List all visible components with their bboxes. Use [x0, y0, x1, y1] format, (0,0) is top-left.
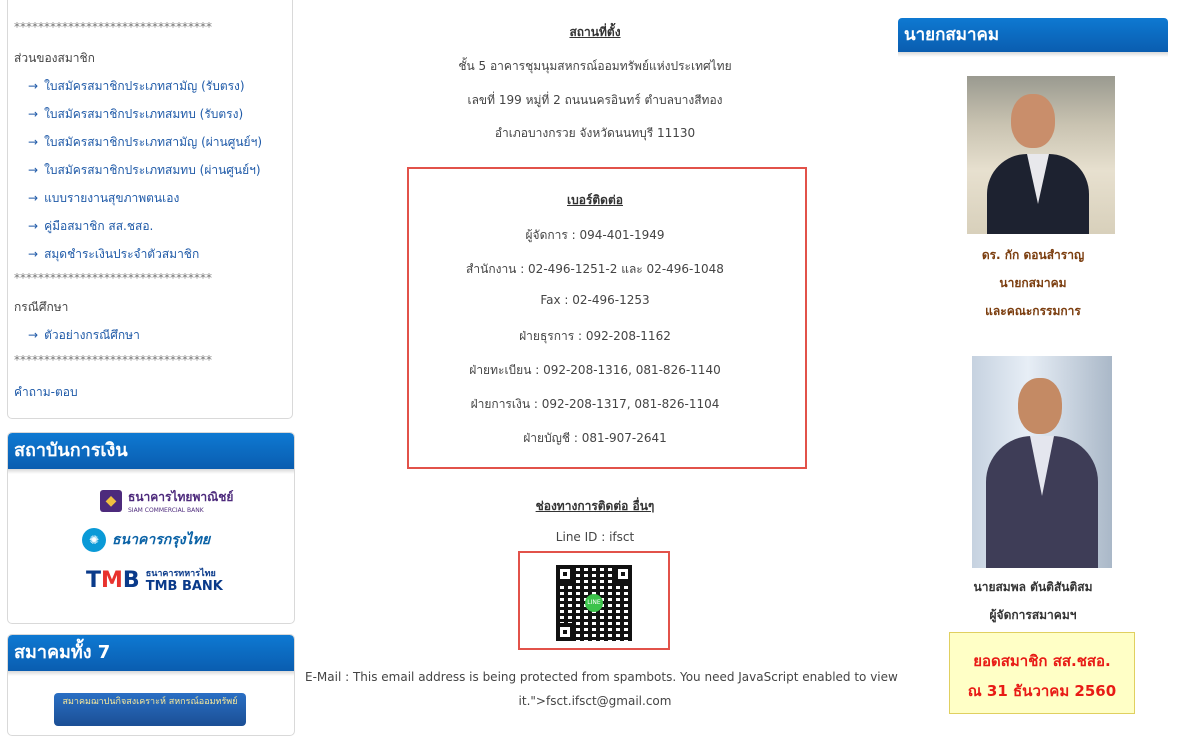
menu-link-regular-direct[interactable]: → ใบสมัครสมาชิกประเภทสามัญ (รับตรง): [14, 77, 245, 96]
president-name: ดร. กัก ดอนสำราญ: [981, 248, 1085, 262]
president-photo: [967, 76, 1115, 234]
menu-link-associate-center[interactable]: → ใบสมัครสมาชิกประเภทสมทบ (ผ่านศูนย์ฯ): [14, 161, 261, 180]
arrow-icon: →: [28, 328, 39, 342]
contact-registration: ฝ่ายทะเบียน : 092-208-1316, 081-826-1140: [469, 363, 721, 377]
association-banner[interactable]: สมาคมฌาปนกิจสงเคราะห์ สหกรณ์ออมทรัพย์: [54, 693, 246, 726]
contact-manager: ผู้จัดการ : 094-401-1949: [525, 228, 665, 242]
manager-photo: [972, 356, 1112, 568]
contact-accounting: ฝ่ายบัญชี : 081-907-2641: [523, 431, 667, 445]
case-study-title: กรณีศึกษา: [14, 300, 69, 314]
tmb-icon: TMB: [86, 567, 140, 593]
finance-title: สถาบันการเงิน: [8, 433, 294, 469]
menu-link-regular-center[interactable]: → ใบสมัครสมาชิกประเภทสามัญ (ผ่านศูนย์ฯ): [14, 133, 262, 152]
contact-finance: ฝ่ายการเงิน : 092-208-1317, 081-826-1104: [470, 397, 720, 411]
president-committee: และคณะกรรมการ: [985, 304, 1081, 318]
president-role: นายกสมาคม: [999, 276, 1067, 290]
other-channels-heading: ช่องทางการติดต่อ อื่นๆ: [535, 499, 655, 513]
arrow-icon: →: [28, 191, 39, 205]
separator: *********************************: [14, 20, 212, 34]
arrow-icon: →: [28, 135, 39, 149]
line-qr-code-icon: LINE: [556, 565, 632, 641]
location-heading: สถานที่ตั้ง: [569, 25, 621, 39]
menu-link-payment-book[interactable]: → สมุดชำระเงินประจำตัวสมาชิก: [14, 245, 199, 264]
ktb-icon: ✺: [82, 528, 106, 552]
menu-link-health-report[interactable]: → แบบรายงานสุขภาพตนเอง: [14, 189, 179, 208]
president-title: นายกสมาคม: [898, 18, 1168, 52]
contact-office: สำนักงาน : 02-496-1251-2 และ 02-496-1048: [466, 262, 724, 276]
contact-heading: เบอร์ติดต่อ: [567, 193, 623, 207]
manager-role: ผู้จัดการสมาคมฯ: [989, 608, 1077, 622]
separator: *********************************: [14, 353, 212, 367]
manager-name: นายสมพล ตันติสันติสม: [973, 580, 1093, 594]
member-count-date: ณ 31 ธันวาคม 2560: [967, 682, 1117, 700]
contact-admin: ฝ่ายธุรการ : 092-208-1162: [519, 329, 671, 343]
finance-module: สถาบันการเงิน ◆ ธนาคารไทยพาณิชย์ SIAM CO…: [7, 432, 295, 624]
address-line: ชั้น 5 อาคารชุมนุมสหกรณ์ออมทรัพย์แห่งประ…: [458, 59, 732, 73]
scb-icon: ◆: [100, 490, 122, 512]
bank-logos: ◆ ธนาคารไทยพาณิชย์ SIAM COMMERCIAL BANK …: [8, 474, 294, 614]
email-link[interactable]: it.">fsct.ifsct@gmail.com: [305, 694, 885, 708]
member-section-title: ส่วนของสมาชิก: [14, 51, 95, 65]
separator: *********************************: [14, 271, 212, 285]
contact-highlight-box: [407, 167, 807, 469]
address-line: เลขที่ 199 หมู่ที่ 2 ถนนนครอินทร์ ตำบลบา…: [467, 93, 723, 107]
tmb-logo[interactable]: TMB ธนาคารทหารไทย TMB BANK: [86, 566, 223, 594]
menu-link-member-manual[interactable]: → คู่มือสมาชิก สส.ชสอ.: [14, 217, 153, 236]
arrow-icon: →: [28, 107, 39, 121]
faq-link[interactable]: คำถาม-ตอบ: [14, 383, 78, 402]
right-sidebar: นายกสมาคม ดร. กัก ดอนสำราญ นายกสมาคม และ…: [898, 18, 1168, 622]
member-menu: ********************************* ส่วนขอ…: [7, 0, 293, 419]
email-text: E-Mail : This email address is being pro…: [305, 670, 898, 684]
menu-link-case-study[interactable]: → ตัวอย่างกรณีศึกษา: [14, 326, 140, 345]
menu-link-associate-direct[interactable]: → ใบสมัครสมาชิกประเภทสมทบ (รับตรง): [14, 105, 243, 124]
line-id: Line ID : ifsct: [555, 530, 635, 544]
associations-module: สมาคมทั้ง 7 สมาคมฌาปนกิจสงเคราะห์ สหกรณ์…: [7, 634, 295, 736]
arrow-icon: →: [28, 247, 39, 261]
ktb-logo[interactable]: ✺ ธนาคารกรุงไทย: [82, 528, 210, 552]
arrow-icon: →: [28, 163, 39, 177]
associations-title: สมาคมทั้ง 7: [8, 635, 294, 671]
arrow-icon: →: [28, 219, 39, 233]
scb-logo[interactable]: ◆ ธนาคารไทยพาณิชย์ SIAM COMMERCIAL BANK: [100, 488, 233, 514]
arrow-icon: →: [28, 79, 39, 93]
member-count-title: ยอดสมาชิก สส.ชสอ.: [973, 652, 1111, 670]
member-count-box[interactable]: ยอดสมาชิก สส.ชสอ. ณ 31 ธันวาคม 2560: [949, 632, 1135, 714]
line-badge-icon: LINE: [585, 594, 603, 612]
contact-fax: Fax : 02-496-1253: [540, 293, 650, 307]
address-line: อำเภอบางกรวย จังหวัดนนทบุรี 11130: [494, 126, 696, 140]
left-sidebar: ********************************* ส่วนขอ…: [7, 0, 295, 736]
